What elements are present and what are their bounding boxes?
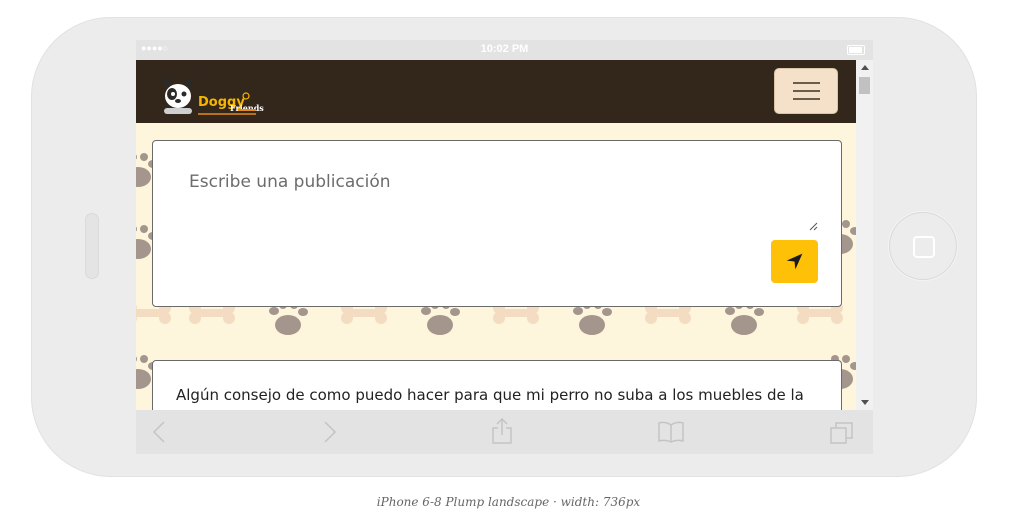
battery-icon [847, 45, 865, 55]
status-time: 10:02 PM [480, 43, 529, 55]
feed-post-text: Algún consejo de como puedo hacer para q… [176, 386, 804, 404]
scroll-thumb[interactable] [859, 77, 870, 94]
tabs-icon[interactable] [830, 421, 854, 445]
back-arrow-icon[interactable] [152, 421, 166, 443]
hamburger-icon-bar [793, 82, 820, 84]
scroll-up-icon[interactable] [861, 65, 869, 70]
new-post-card: Escribe una publicación [152, 140, 842, 307]
logo-underline [198, 92, 256, 115]
hamburger-icon-bar [793, 90, 820, 92]
scroll-down-icon[interactable] [861, 400, 869, 405]
device-home-button[interactable] [889, 212, 957, 280]
menu-toggle-button[interactable] [775, 69, 837, 113]
vertical-scrollbar[interactable] [856, 60, 873, 410]
dog-mascot-icon [162, 74, 194, 114]
device-side-button [85, 213, 99, 279]
send-arrow-icon [786, 253, 803, 270]
device-caption: iPhone 6-8 Plump landscape · width: 736p… [376, 495, 641, 509]
share-icon[interactable] [491, 418, 513, 444]
home-square-icon [913, 236, 935, 258]
post-textarea[interactable]: Escribe una publicación [154, 142, 818, 232]
device-screen: ●●●●○ 10:02 PM Doggy Friends Escribe una… [136, 40, 873, 454]
web-viewport: Doggy Friends Escribe una publicación Al… [136, 60, 856, 410]
status-bar: ●●●●○ 10:02 PM [136, 40, 873, 60]
bookmarks-icon[interactable] [658, 421, 684, 443]
hamburger-icon-bar [793, 98, 820, 100]
feed-post-card[interactable]: Algún consejo de como puedo hacer para q… [152, 360, 842, 410]
resize-handle-icon[interactable] [809, 222, 818, 231]
brand-logo[interactable]: Doggy Friends [158, 70, 264, 116]
browser-toolbar [136, 410, 873, 454]
navbar: Doggy Friends [136, 60, 856, 123]
publish-button[interactable] [771, 240, 818, 283]
forward-arrow-icon[interactable] [323, 421, 337, 443]
